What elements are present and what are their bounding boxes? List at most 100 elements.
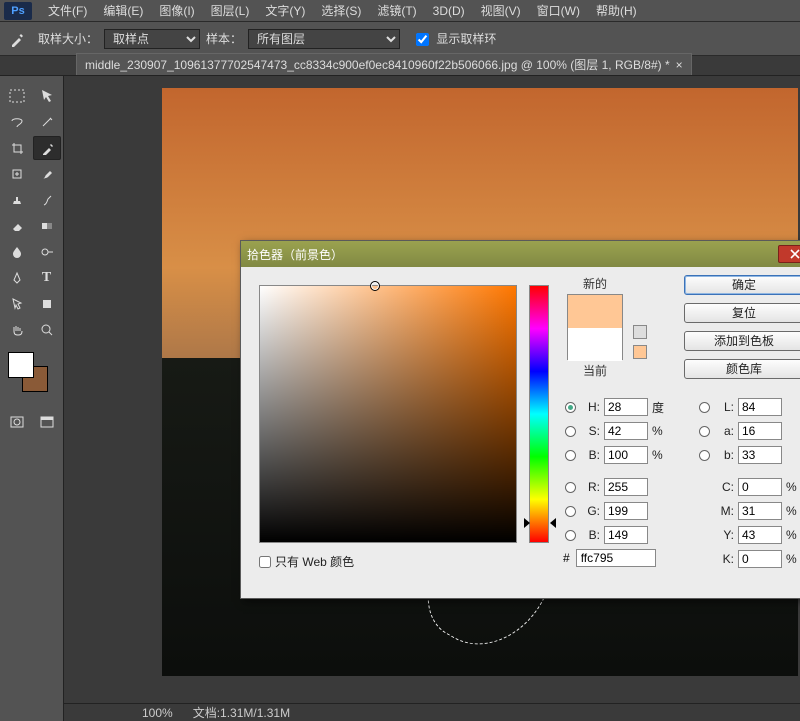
- menu-layer[interactable]: 图层(L): [203, 2, 258, 19]
- b2-radio[interactable]: [699, 450, 710, 461]
- menu-3d[interactable]: 3D(D): [425, 4, 473, 18]
- magic-wand-tool[interactable]: [33, 110, 61, 134]
- web-colors-only-checkbox[interactable]: 只有 Web 颜色: [259, 553, 354, 570]
- sample-label: 样本：: [206, 30, 242, 47]
- blur-tool[interactable]: [3, 240, 31, 264]
- menu-edit[interactable]: 编辑(E): [95, 2, 151, 19]
- document-tab[interactable]: middle_230907_10961377702547473_cc8334c9…: [76, 53, 692, 75]
- dialog-close-button[interactable]: [778, 245, 800, 263]
- menu-image[interactable]: 图像(I): [151, 2, 202, 19]
- document-tab-bar: middle_230907_10961377702547473_cc8334c9…: [0, 56, 800, 76]
- h-unit: 度: [652, 399, 666, 416]
- hand-tool[interactable]: [3, 318, 31, 342]
- new-current-preview: 新的 当前: [565, 275, 625, 381]
- zoom-tool[interactable]: [33, 318, 61, 342]
- c-input[interactable]: [738, 478, 782, 496]
- lasso-tool[interactable]: [3, 110, 31, 134]
- m-input[interactable]: [738, 502, 782, 520]
- hue-indicator-left: [524, 518, 530, 528]
- canvas-area[interactable]: GXI 网 system.com 拾色器（前景色） 新的: [64, 76, 800, 721]
- shape-tool[interactable]: [33, 292, 61, 316]
- menu-view[interactable]: 视图(V): [473, 2, 529, 19]
- app-logo: Ps: [4, 2, 32, 20]
- bl-input[interactable]: [604, 526, 648, 544]
- screen-mode-toggle[interactable]: [33, 410, 61, 434]
- sv-cursor[interactable]: [370, 281, 380, 291]
- pen-tool[interactable]: [3, 266, 31, 290]
- gamut-warning-icon[interactable]: [633, 325, 647, 339]
- b2-label: b:: [716, 448, 734, 462]
- close-tab-icon[interactable]: ×: [676, 58, 683, 72]
- h-input[interactable]: [604, 398, 648, 416]
- s-input[interactable]: [604, 422, 648, 440]
- k-label: K:: [716, 552, 734, 566]
- bl-radio[interactable]: [565, 530, 576, 541]
- brush-tool[interactable]: [33, 162, 61, 186]
- foreground-swatch[interactable]: [8, 352, 34, 378]
- sample-layers-select[interactable]: 所有图层: [248, 29, 400, 49]
- zoom-level[interactable]: 100%: [142, 706, 173, 720]
- b2-input[interactable]: [738, 446, 782, 464]
- type-tool[interactable]: T: [33, 266, 61, 290]
- new-color-label: 新的: [565, 275, 625, 292]
- menu-type[interactable]: 文字(Y): [257, 2, 313, 19]
- dodge-tool[interactable]: [33, 240, 61, 264]
- eyedropper-icon[interactable]: [4, 27, 32, 51]
- k-input[interactable]: [738, 550, 782, 568]
- eyedropper-tool[interactable]: [33, 136, 61, 160]
- move-tool[interactable]: [33, 84, 61, 108]
- menu-help[interactable]: 帮助(H): [588, 2, 645, 19]
- dialog-title-bar[interactable]: 拾色器（前景色）: [241, 241, 800, 267]
- h-radio[interactable]: [565, 402, 576, 413]
- menu-file[interactable]: 文件(F): [40, 2, 95, 19]
- clone-stamp-tool[interactable]: [3, 188, 31, 212]
- color-picker-dialog: 拾色器（前景色） 新的: [240, 240, 800, 599]
- crop-tool[interactable]: [3, 136, 31, 160]
- current-color-swatch[interactable]: [568, 328, 622, 361]
- color-swatches[interactable]: [8, 352, 48, 392]
- hue-slider[interactable]: [529, 285, 549, 543]
- websafe-swatch[interactable]: [633, 345, 647, 359]
- healing-brush-tool[interactable]: [3, 162, 31, 186]
- saturation-value-field[interactable]: [259, 285, 517, 543]
- quick-mask-toggle[interactable]: [3, 410, 31, 434]
- y-input[interactable]: [738, 526, 782, 544]
- r-radio[interactable]: [565, 482, 576, 493]
- hex-input[interactable]: [576, 549, 656, 567]
- ok-button[interactable]: 确定: [684, 275, 800, 295]
- a-label: a:: [716, 424, 734, 438]
- s-radio[interactable]: [565, 426, 576, 437]
- hex-prefix: #: [563, 551, 570, 565]
- g-radio[interactable]: [565, 506, 576, 517]
- eraser-tool[interactable]: [3, 214, 31, 238]
- r-input[interactable]: [604, 478, 648, 496]
- current-color-label: 当前: [565, 362, 625, 379]
- bval-unit: %: [652, 448, 666, 462]
- bval-input[interactable]: [604, 446, 648, 464]
- history-brush-tool[interactable]: [33, 188, 61, 212]
- l-radio[interactable]: [699, 402, 710, 413]
- reset-button[interactable]: 复位: [684, 303, 800, 323]
- color-libraries-button[interactable]: 颜色库: [684, 359, 800, 379]
- a-input[interactable]: [738, 422, 782, 440]
- y-unit: %: [786, 528, 800, 542]
- path-selection-tool[interactable]: [3, 292, 31, 316]
- bval-radio[interactable]: [565, 450, 576, 461]
- l-input[interactable]: [738, 398, 782, 416]
- marquee-tool[interactable]: [3, 84, 31, 108]
- work-area: T GXI 网 system.com 拾色器（前景色）: [0, 76, 800, 721]
- menu-select[interactable]: 选择(S): [313, 2, 369, 19]
- m-unit: %: [786, 504, 800, 518]
- show-ring-checkbox[interactable]: 显示取样环: [416, 30, 496, 47]
- bval-label: B:: [582, 448, 600, 462]
- add-swatch-button[interactable]: 添加到色板: [684, 331, 800, 351]
- a-radio[interactable]: [699, 426, 710, 437]
- g-input[interactable]: [604, 502, 648, 520]
- s-unit: %: [652, 424, 666, 438]
- hex-row: #: [563, 549, 656, 567]
- gradient-tool[interactable]: [33, 214, 61, 238]
- sample-size-select[interactable]: 取样点: [104, 29, 200, 49]
- menu-filter[interactable]: 滤镜(T): [369, 2, 424, 19]
- new-color-swatch[interactable]: [568, 295, 622, 328]
- menu-window[interactable]: 窗口(W): [529, 2, 588, 19]
